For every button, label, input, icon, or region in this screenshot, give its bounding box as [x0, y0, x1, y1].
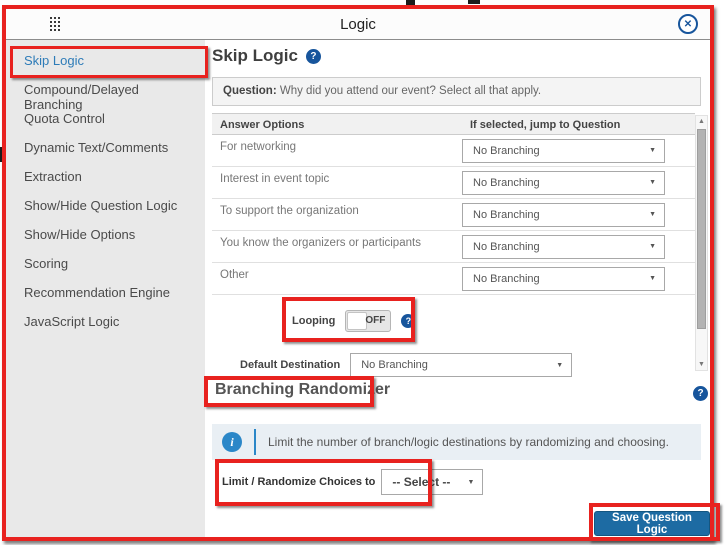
limit-randomize-row: Limit / Randomize Choices to -- Select -… — [222, 469, 483, 495]
column-header-jump-to-question: If selected, jump to Question — [462, 114, 628, 136]
dialog-title: Logic — [6, 16, 710, 33]
sidebar-item-show-hide-question-logic[interactable]: Show/Hide Question Logic — [6, 191, 205, 220]
jump-select-3[interactable]: No Branching ▼ — [462, 235, 665, 259]
jump-select-value: No Branching — [473, 273, 649, 285]
sidebar-item-javascript-logic[interactable]: JavaScript Logic — [6, 307, 205, 336]
vertical-scrollbar[interactable]: ▲ ▼ — [695, 115, 708, 371]
jump-select-value: No Branching — [473, 177, 649, 189]
jump-select-value: No Branching — [473, 209, 649, 221]
help-icon[interactable]: ? — [693, 386, 708, 401]
sidebar-item-dynamic-text-comments[interactable]: Dynamic Text/Comments — [6, 133, 205, 162]
branching-randomizer-heading-row: Branching Randomizer — [215, 381, 390, 399]
branching-randomizer-heading: Branching Randomizer — [215, 381, 390, 398]
info-icon: i — [222, 432, 242, 452]
table-row: To support the organization No Branching… — [212, 199, 695, 231]
toggle-knob — [347, 312, 367, 330]
help-icon[interactable]: ? — [306, 49, 321, 64]
limit-randomize-select[interactable]: -- Select -- ▼ — [381, 469, 483, 495]
scroll-down-icon[interactable]: ▼ — [696, 361, 707, 368]
close-icon[interactable]: ✕ — [678, 14, 698, 34]
background-artifact — [468, 0, 480, 4]
jump-select-4[interactable]: No Branching ▼ — [462, 267, 665, 291]
question-label: Question: — [223, 85, 277, 97]
answer-option-label: Other — [212, 269, 462, 281]
default-destination-select[interactable]: No Branching ▼ — [350, 353, 572, 377]
help-icon[interactable]: ? — [401, 314, 415, 328]
dialog-header: Logic ✕ — [6, 9, 710, 40]
table-row: For networking No Branching ▼ — [212, 135, 695, 167]
looping-label: Looping — [292, 315, 335, 327]
info-text: Limit the number of branch/logic destina… — [268, 435, 669, 449]
default-destination-value: No Branching — [361, 359, 556, 371]
logic-dialog: Logic ✕ Skip Logic Compound/Delayed Bran… — [2, 5, 714, 541]
answer-option-label: You know the organizers or participants — [212, 237, 462, 249]
sidebar-item-scoring[interactable]: Scoring — [6, 249, 205, 278]
answer-option-label: Interest in event topic — [212, 173, 462, 185]
table-row: You know the organizers or participants … — [212, 231, 695, 263]
sidebar-item-extraction[interactable]: Extraction — [6, 162, 205, 191]
jump-select-2[interactable]: No Branching ▼ — [462, 203, 665, 227]
dialog-body: Skip Logic Compound/Delayed Branching Qu… — [6, 40, 710, 537]
page: Logic ✕ Skip Logic Compound/Delayed Bran… — [0, 0, 727, 545]
jump-select-1[interactable]: No Branching ▼ — [462, 171, 665, 195]
branching-scroll-area: Answer Options If selected, jump to Ques… — [212, 113, 708, 373]
chevron-down-icon: ▼ — [649, 179, 656, 186]
toggle-state-label: OFF — [365, 315, 385, 326]
jump-select-0[interactable]: No Branching ▼ — [462, 139, 665, 163]
chevron-down-icon: ▼ — [649, 147, 656, 154]
jump-select-value: No Branching — [473, 145, 649, 157]
limit-randomize-label: Limit / Randomize Choices to — [222, 476, 375, 488]
section-heading-row: Skip Logic ? — [212, 46, 321, 66]
question-box: Question: Why did you attend our event? … — [212, 77, 701, 106]
table-row: Other No Branching ▼ — [212, 263, 695, 295]
info-alert: i Limit the number of branch/logic desti… — [212, 424, 701, 460]
limit-randomize-value: -- Select -- — [392, 475, 467, 489]
info-divider — [254, 429, 256, 455]
page-title: Skip Logic — [212, 46, 298, 66]
chevron-down-icon: ▼ — [649, 211, 656, 218]
sidebar: Skip Logic Compound/Delayed Branching Qu… — [6, 40, 205, 537]
chevron-down-icon: ▼ — [649, 275, 656, 282]
save-question-logic-button[interactable]: Save Question Logic — [594, 511, 710, 536]
chevron-down-icon: ▼ — [467, 479, 474, 486]
chevron-down-icon: ▼ — [556, 362, 563, 369]
sidebar-item-recommendation-engine[interactable]: Recommendation Engine — [6, 278, 205, 307]
default-destination-label: Default Destination — [240, 359, 340, 371]
sidebar-item-show-hide-options[interactable]: Show/Hide Options — [6, 220, 205, 249]
scroll-up-icon[interactable]: ▲ — [696, 118, 707, 125]
answer-option-label: To support the organization — [212, 205, 462, 217]
sidebar-item-skip-logic[interactable]: Skip Logic — [6, 46, 205, 75]
table-header-row: Answer Options If selected, jump to Ques… — [212, 113, 695, 135]
default-destination-row: Default Destination No Branching ▼ — [240, 353, 572, 377]
jump-select-value: No Branching — [473, 241, 649, 253]
column-header-answer-options: Answer Options — [212, 114, 312, 134]
table-row: Interest in event topic No Branching ▼ — [212, 167, 695, 199]
chevron-down-icon: ▼ — [649, 243, 656, 250]
scrollbar-thumb[interactable] — [697, 129, 706, 329]
sidebar-item-compound-delayed-branching[interactable]: Compound/Delayed Branching — [6, 75, 205, 104]
looping-toggle[interactable]: OFF — [345, 310, 391, 332]
close-glyph: ✕ — [684, 19, 692, 30]
question-text: Why did you attend our event? Select all… — [277, 85, 541, 97]
answer-option-label: For networking — [212, 141, 462, 153]
content-panel: Skip Logic ? Question: Why did you atten… — [205, 40, 710, 537]
looping-row: Looping OFF ? — [292, 305, 415, 337]
